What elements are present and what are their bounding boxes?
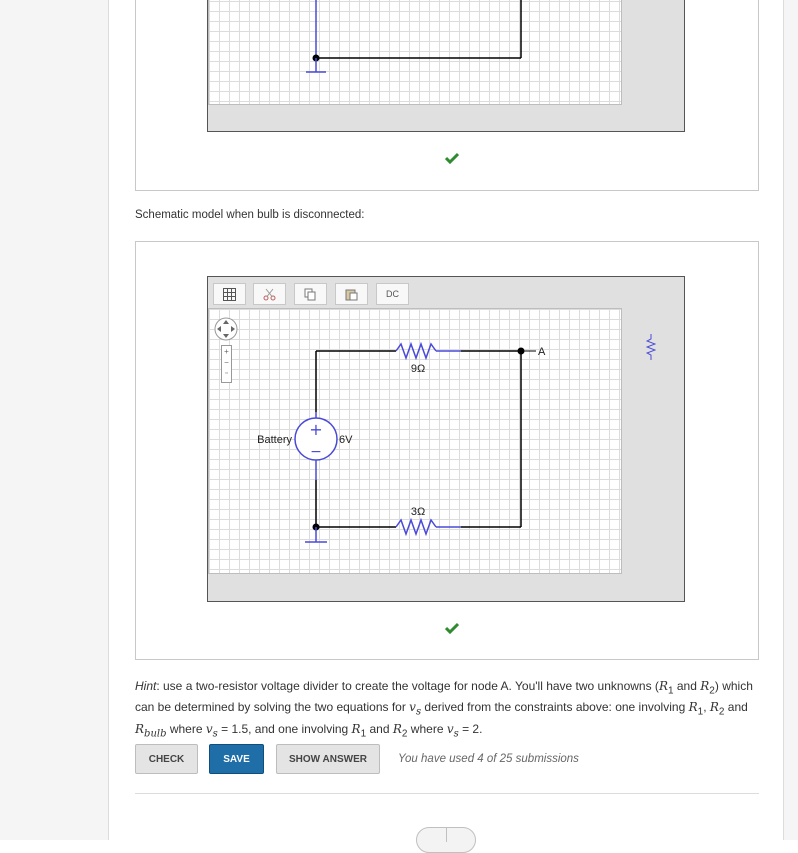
- resistor-3-label: 3Ω: [411, 506, 425, 518]
- resistor-3-ohm: [395, 517, 437, 537]
- schematic-toolbar: DC: [208, 277, 684, 307]
- show-answer-button[interactable]: SHOW ANSWER: [276, 744, 380, 774]
- copy-button[interactable]: [294, 283, 327, 305]
- section-divider: [135, 793, 759, 794]
- cut-icon: [263, 288, 276, 300]
- resistor-9-label: 9Ω: [411, 363, 425, 375]
- submissions-counter: You have used 4 of 25 submissions: [398, 753, 579, 765]
- grid-toggle-button[interactable]: [213, 283, 246, 305]
- previous-circuit: [306, 0, 522, 73]
- copy-icon: [304, 288, 316, 300]
- paste-button[interactable]: [335, 283, 368, 305]
- battery-plus: +: [309, 420, 322, 439]
- cut-button[interactable]: [253, 283, 286, 305]
- check-button[interactable]: CHECK: [135, 744, 198, 774]
- left-gutter: [0, 0, 109, 840]
- battery-minus: −: [310, 444, 322, 460]
- hint-lead: Hint: [135, 679, 157, 693]
- hint-text: Hint: use a two-resistor voltage divider…: [135, 679, 753, 740]
- save-button[interactable]: SAVE: [209, 744, 264, 774]
- grid-icon: [223, 287, 236, 301]
- right-scrollbar-gutter[interactable]: [783, 0, 798, 840]
- resistor-part-icon[interactable]: [646, 334, 656, 360]
- paste-icon: [345, 289, 358, 300]
- node-a-label: A: [538, 346, 546, 358]
- battery-label: Battery: [257, 434, 292, 446]
- resistor-9-ohm: [395, 341, 437, 361]
- check-icon: [445, 622, 459, 634]
- circuit-schematic: + − Battery 6V 9Ω 3Ω A: [257, 341, 546, 543]
- dc-analysis-button[interactable]: DC: [376, 283, 409, 305]
- navigation-pill[interactable]: [416, 827, 476, 853]
- check-icon: [445, 152, 459, 164]
- schematic-caption: Schematic model when bulb is disconnecte…: [135, 209, 365, 221]
- battery-value-label: 6V: [339, 434, 353, 446]
